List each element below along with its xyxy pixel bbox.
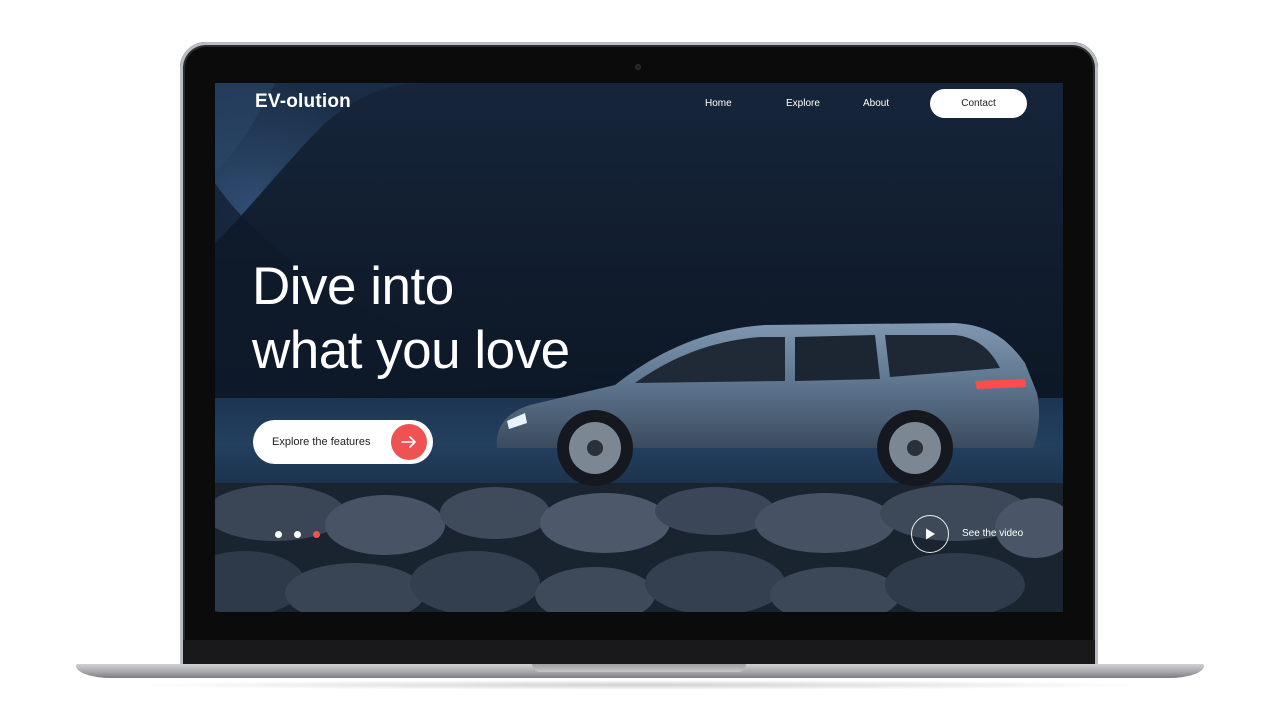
laptop-base-notch: [532, 664, 746, 672]
explore-features-label: Explore the features: [272, 436, 371, 448]
laptop-screen: EV-olution Home Explore About Contact Di…: [215, 83, 1063, 612]
nav-home[interactable]: Home: [705, 98, 732, 109]
nav-about[interactable]: About: [863, 98, 889, 109]
headline-line-2: what you love: [252, 321, 570, 380]
site-logo[interactable]: EV-olution: [255, 91, 351, 113]
see-video-link[interactable]: See the video: [962, 528, 1023, 539]
play-video-button[interactable]: [911, 515, 949, 553]
play-icon: [926, 528, 935, 540]
laptop-shadow: [120, 680, 1160, 690]
contact-button-label: Contact: [961, 98, 996, 109]
hero-headline: Dive into what you love: [252, 255, 570, 383]
contact-button[interactable]: Contact: [930, 89, 1027, 118]
webcam: [635, 64, 641, 70]
nav-explore[interactable]: Explore: [786, 98, 820, 109]
carousel-dot-2[interactable]: [294, 531, 301, 538]
headline-line-1: Dive into: [252, 257, 454, 316]
explore-features-button[interactable]: Explore the features: [253, 420, 433, 464]
laptop-chin: [183, 640, 1095, 666]
arrow-right-icon: [391, 424, 427, 460]
carousel-dot-3-active[interactable]: [313, 531, 320, 538]
carousel-dot-1[interactable]: [275, 531, 282, 538]
